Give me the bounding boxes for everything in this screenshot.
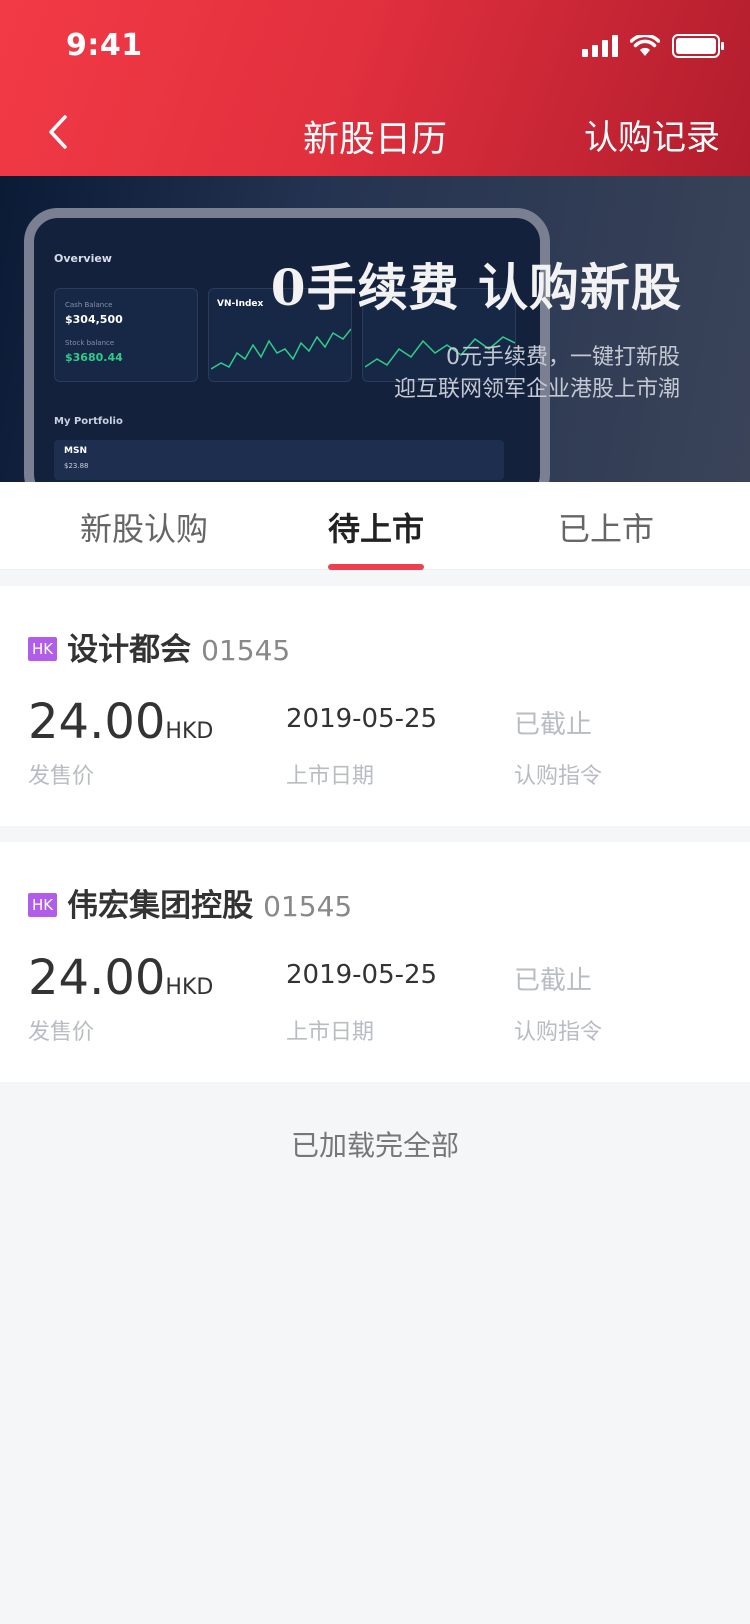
offer-price: 24.00HKD	[28, 950, 213, 1006]
banner-title: 0手续费 认购新股	[270, 258, 682, 317]
tab-pending-listing[interactable]: 待上市	[328, 504, 424, 550]
offer-price-value: 24.00	[28, 950, 166, 1006]
offer-price-label: 发售价	[28, 1020, 95, 1045]
status-bar: 9:41	[0, 0, 750, 92]
tablet-balance-card: Cash Balance $304,500 Stock balance $368…	[54, 288, 198, 382]
banner-subtitle-line1: 0元手续费，一键打新股	[446, 345, 680, 370]
listing-date-label: 上市日期	[286, 764, 375, 789]
tablet-portfolio-heading: My Portfolio	[54, 416, 123, 427]
tablet-overview-heading: Overview	[54, 252, 112, 265]
list-end-message: 已加载完全部	[290, 1129, 459, 1162]
ipo-tabs: 新股认购 待上市 已上市	[0, 482, 750, 570]
status-time: 9:41	[66, 28, 143, 63]
offer-price-currency: HKD	[165, 975, 214, 1000]
offer-price: 24.00HKD	[28, 694, 213, 750]
listing-date-value: 2019-05-25	[286, 704, 438, 734]
stock-name: 伟宏集团控股	[67, 888, 254, 924]
offer-price-currency: HKD	[165, 719, 214, 744]
stock-name: 设计都会	[67, 632, 192, 668]
market-badge: HK	[28, 637, 58, 661]
ipo-card-heading: HK 伟宏集团控股 01545	[28, 880, 352, 925]
tab-ipo-subscription[interactable]: 新股认购	[80, 504, 208, 550]
order-status-label: 认购指令	[514, 1020, 603, 1045]
offer-price-label: 发售价	[28, 764, 95, 789]
listing-date-value: 2019-05-25	[286, 960, 438, 990]
tab-listed[interactable]: 已上市	[558, 504, 654, 550]
ipo-list-item[interactable]: HK 设计都会 01545 24.00HKD 发售价 2019-05-25 上市…	[0, 586, 750, 826]
banner-subtitle: 0元手续费，一键打新股 迎互联网领军企业港股上市潮	[394, 342, 680, 406]
status-icons	[582, 34, 724, 58]
header: 9:41 新股日历 认购记录	[0, 0, 750, 176]
offer-price-value: 24.00	[28, 694, 166, 750]
subscription-records-link[interactable]: 认购记录	[584, 110, 720, 159]
stock-code: 01545	[263, 890, 353, 923]
ipo-list-item[interactable]: HK 伟宏集团控股 01545 24.00HKD 发售价 2019-05-25 …	[0, 842, 750, 1082]
battery-icon	[672, 34, 724, 58]
promo-banner[interactable]: Overview Cash Balance $304,500 Stock bal…	[0, 176, 750, 482]
order-status-label: 认购指令	[514, 764, 603, 789]
nav-bar: 新股日历 认购记录	[0, 96, 750, 168]
order-status-value: 已截止	[514, 966, 593, 996]
banner-subtitle-line2: 迎互联网领军企业港股上市潮	[393, 377, 680, 402]
tablet-portfolio-row: MSN $23.88	[54, 440, 504, 480]
listing-date-label: 上市日期	[286, 1020, 375, 1045]
cellular-signal-icon	[582, 35, 618, 57]
active-tab-indicator	[328, 564, 424, 570]
wifi-icon	[630, 35, 660, 56]
ipo-card-heading: HK 设计都会 01545	[28, 624, 290, 669]
market-badge: HK	[28, 893, 58, 917]
order-status-value: 已截止	[514, 710, 593, 740]
stock-code: 01545	[201, 634, 291, 667]
